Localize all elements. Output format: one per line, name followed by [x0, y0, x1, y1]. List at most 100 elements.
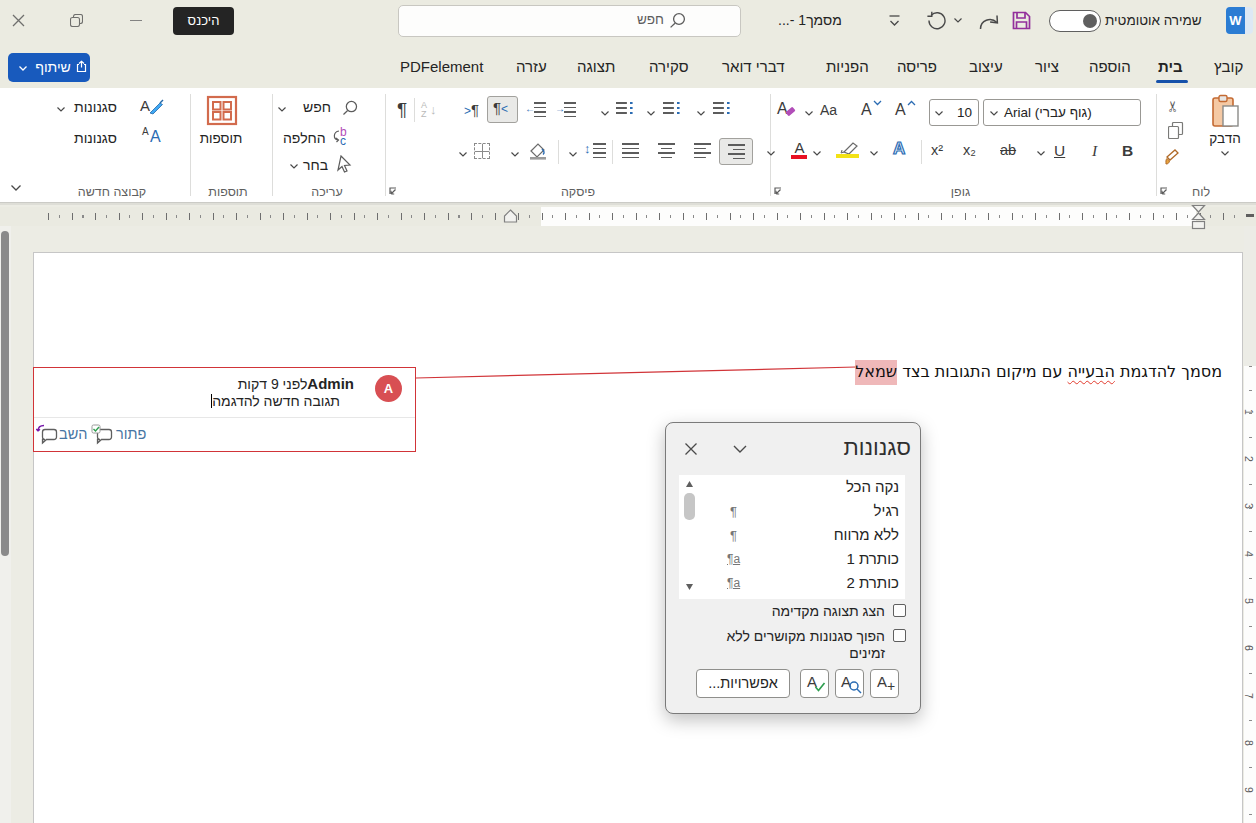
strikethrough-button[interactable]: ab	[1000, 142, 1016, 158]
tab-view[interactable]: תצוגה	[577, 58, 615, 75]
share-button[interactable]: שיתוף	[8, 53, 90, 82]
tab-review[interactable]: סקירה	[649, 58, 689, 75]
line-spacing-chevron-icon[interactable]	[568, 151, 578, 158]
grow-font-icon[interactable]: A	[895, 101, 906, 119]
text-effects-chevron-icon[interactable]	[869, 150, 879, 157]
select-label[interactable]: בחר	[303, 157, 328, 173]
comment-card[interactable]: A Adminלפני 9 דקות תגובה חדשה להדגמה השב…	[33, 367, 416, 452]
format-painter-icon[interactable]	[1164, 148, 1184, 166]
clipboard-dialog-launcher-icon[interactable]	[1158, 186, 1169, 197]
line-spacing-icon[interactable]: ↕	[584, 142, 606, 158]
font-color-chevron-icon[interactable]	[766, 150, 776, 157]
align-right-button[interactable]	[719, 138, 753, 165]
paste-menu-chevron-icon[interactable]	[1220, 150, 1230, 157]
show-preview-checkbox[interactable]	[893, 604, 906, 617]
resolve-button[interactable]: פתור	[116, 426, 146, 442]
style-item-clear-all[interactable]: נקה הכל	[846, 478, 899, 495]
increase-indent-icon[interactable]: →	[557, 102, 576, 117]
tab-layout[interactable]: פריסה	[897, 58, 937, 75]
ruler-indent-marker[interactable]	[1191, 204, 1206, 230]
styles-gallery-label[interactable]: סגנונות	[74, 99, 117, 115]
paste-label[interactable]: הדבק	[1200, 131, 1250, 146]
find-chevron-icon[interactable]	[277, 106, 287, 113]
tab-design[interactable]: עיצוב	[969, 58, 1003, 75]
borders-chevron-icon[interactable]	[458, 151, 468, 158]
highlight-color-icon[interactable]	[836, 141, 860, 159]
font-color-icon[interactable]: A	[791, 139, 808, 159]
shrink-font-icon[interactable]: A	[861, 101, 872, 119]
styles-scrollbar-thumb[interactable]	[684, 493, 695, 520]
cut-icon[interactable]: ✂	[1164, 100, 1182, 113]
autosave-toggle-knob[interactable]	[1083, 14, 1097, 28]
reply-icon[interactable]	[36, 424, 58, 445]
decrease-indent-icon[interactable]: ←	[527, 102, 546, 117]
copy-icon[interactable]	[1168, 122, 1184, 139]
superscript-button[interactable]: x²	[931, 142, 943, 158]
bullet-list-icon[interactable]	[713, 102, 730, 117]
change-case-chevron-icon[interactable]	[804, 110, 814, 117]
search-input[interactable]	[398, 5, 741, 37]
addins-label[interactable]: תוספות	[195, 131, 247, 146]
resolve-icon[interactable]	[91, 424, 113, 445]
bold-button[interactable]: B	[1122, 142, 1133, 160]
bullet-list-chevron-icon[interactable]	[696, 110, 706, 117]
italic-button[interactable]: I	[1092, 142, 1097, 160]
select-chevron-icon[interactable]	[289, 163, 299, 170]
document-page[interactable]	[33, 252, 1243, 823]
tab-mailings[interactable]: דברי דואר	[722, 58, 785, 75]
find-label[interactable]: חפש	[303, 99, 331, 115]
restore-window-icon[interactable]	[70, 14, 83, 27]
styles-options-button[interactable]: אפשרויות...	[696, 669, 790, 698]
shading-chevron-icon[interactable]	[510, 151, 520, 158]
style-item-heading2[interactable]: כותרת 2	[846, 574, 899, 591]
document-scrollbar-thumb[interactable]	[1, 231, 9, 556]
tab-file[interactable]: קובץ	[1214, 58, 1243, 75]
close-window-icon[interactable]	[12, 14, 25, 27]
qat-customize-icon[interactable]	[888, 13, 901, 29]
highlight-chevron-icon[interactable]	[812, 150, 822, 157]
styles-gallery-chevron-icon[interactable]	[56, 106, 66, 113]
disable-linked-checkbox[interactable]	[893, 629, 906, 642]
paragraph-dialog-launcher-icon[interactable]	[387, 186, 398, 197]
style-item-no-spacing[interactable]: ללא מרווח	[834, 526, 899, 543]
manage-styles-button[interactable]: A	[800, 669, 829, 698]
minimize-window-icon[interactable]	[130, 20, 142, 21]
font-name-chevron-icon[interactable]	[989, 110, 999, 117]
text-effects-icon[interactable]: A	[893, 139, 905, 159]
borders-icon[interactable]	[474, 143, 490, 159]
ruler-margin-marker[interactable]	[503, 209, 518, 223]
document-text-line[interactable]: מסמך להדגמת הבעייה עם מיקום התגובות בצד …	[850, 362, 1222, 389]
font-dialog-launcher-icon[interactable]	[772, 186, 783, 197]
underline-chevron-icon[interactable]	[1036, 150, 1046, 157]
styles-panel-menu-chevron-icon[interactable]	[732, 444, 748, 454]
rtl-direction-button[interactable]: ¶<	[487, 96, 518, 123]
clear-formatting-icon[interactable]: A	[777, 100, 788, 118]
multilevel-list-icon[interactable]	[616, 102, 633, 117]
replace-label[interactable]: החלפה	[283, 130, 326, 146]
numbered-list-icon[interactable]	[663, 102, 680, 117]
styles-scrollbar-up-icon[interactable]	[685, 480, 694, 488]
tab-help[interactable]: עזרה	[516, 58, 547, 75]
undo-icon[interactable]	[926, 11, 946, 31]
styles-scrollbar-down-icon[interactable]	[685, 583, 694, 591]
new-style-button[interactable]: A+	[870, 669, 899, 698]
styles-list[interactable]: נקה הכל רגיל ¶ ללא מרווח ¶ כותרת 1 ¶a כו…	[679, 475, 905, 599]
font-size-chevron-icon[interactable]	[934, 110, 944, 117]
tab-insert[interactable]: הוספה	[1089, 58, 1131, 75]
tab-home[interactable]: בית	[1158, 58, 1183, 75]
style-item-heading1[interactable]: כותרת 1	[846, 550, 899, 567]
numbered-list-chevron-icon[interactable]	[646, 110, 656, 117]
redo-icon[interactable]	[978, 11, 1001, 31]
underline-button[interactable]: U	[1054, 142, 1065, 160]
sort-icon[interactable]: AZ↓	[421, 100, 443, 120]
style-item-normal[interactable]: רגיל	[874, 502, 899, 519]
change-case-icon[interactable]: Aa	[820, 102, 837, 118]
addins-icon[interactable]	[206, 95, 238, 126]
shading-icon[interactable]	[528, 141, 549, 160]
align-left-icon[interactable]	[694, 143, 711, 158]
ltr-direction-icon[interactable]: >¶	[464, 101, 479, 118]
tab-draw[interactable]: ציור	[1035, 58, 1059, 75]
save-icon[interactable]	[1011, 10, 1032, 31]
undo-menu-chevron-icon[interactable]	[953, 17, 963, 24]
align-justify-icon[interactable]	[622, 143, 639, 158]
